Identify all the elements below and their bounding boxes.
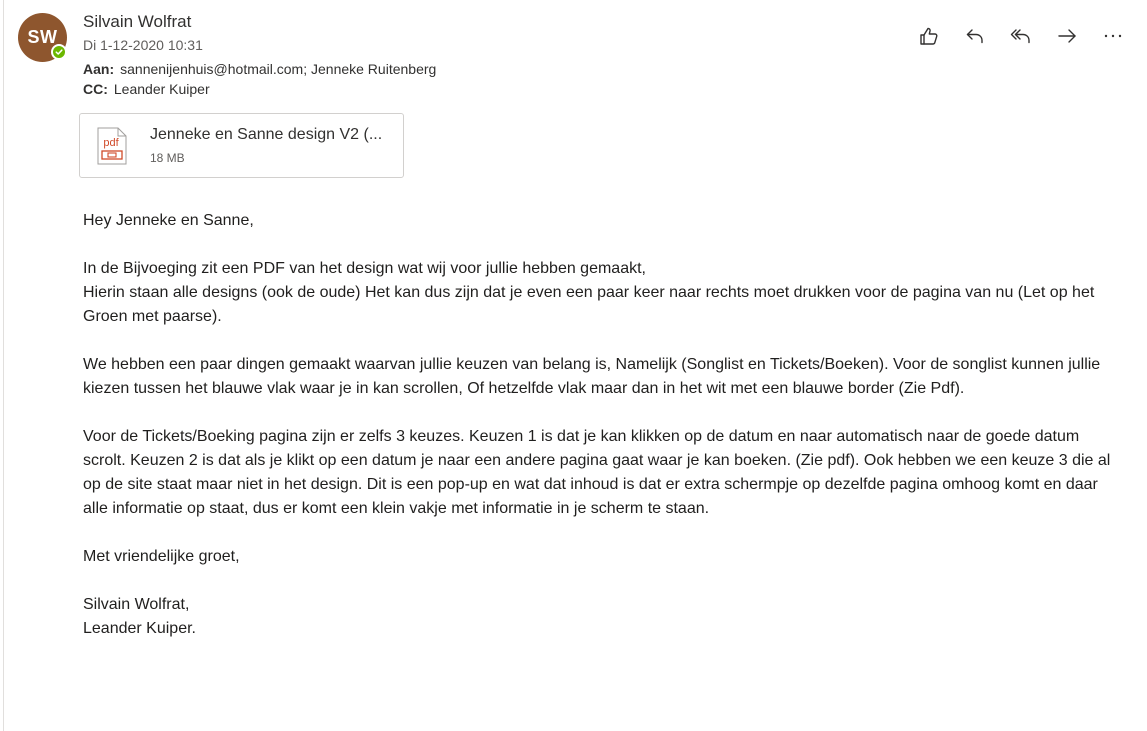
reply-button[interactable] (961, 24, 989, 48)
attachment-card[interactable]: pdf Jenneke en Sanne design V2 (... 18 M… (79, 113, 404, 178)
like-button[interactable] (915, 24, 943, 48)
sent-date: Di 1-12-2020 10:31 (83, 37, 203, 53)
reply-all-icon (1010, 29, 1030, 44)
paragraph-tickets: Voor de Tickets/Boeking pagina zijn er z… (83, 428, 1111, 517)
sender-name[interactable]: Silvain Wolfrat (83, 12, 191, 32)
forward-icon (1058, 29, 1076, 43)
pdf-icon-label: pdf (103, 137, 119, 149)
to-label: Aan: (83, 61, 115, 77)
signature-line1: Silvain Wolfrat, (83, 596, 190, 613)
cc-recipients-row: CC: Leander Kuiper (83, 81, 210, 97)
cc-recipients[interactable]: Leander Kuiper (114, 81, 210, 97)
paragraph-choices: We hebben een paar dingen gemaakt waarva… (83, 356, 1101, 397)
forward-button[interactable] (1053, 24, 1081, 48)
more-options-button[interactable] (1099, 24, 1127, 48)
more-options-icon (1104, 34, 1122, 38)
cc-label: CC: (83, 81, 108, 97)
to-recipients[interactable]: sannenijenhuis@hotmail.com; Jenneke Ruit… (120, 61, 436, 77)
paragraph-attachment-line2: Hierin staan alle designs (ook de oude) … (83, 284, 1095, 325)
thumbs-up-icon (920, 27, 938, 45)
reply-icon (966, 29, 983, 44)
presence-available-icon (51, 44, 67, 60)
reply-all-button[interactable] (1007, 24, 1035, 48)
closing: Met vriendelijke groet, (83, 548, 240, 565)
signature-line2: Leander Kuiper. (83, 620, 196, 637)
to-recipients-row: Aan: sannenijenhuis@hotmail.com; Jenneke … (83, 61, 436, 77)
greeting: Hey Jenneke en Sanne, (83, 212, 254, 229)
message-actions (915, 24, 1127, 48)
pdf-file-icon: pdf (97, 127, 127, 165)
message-body: Hey Jenneke en Sanne, In de Bijvoeging z… (83, 209, 1118, 641)
attachment-name: Jenneke en Sanne design V2 (... (150, 126, 383, 143)
attachment-size: 18 MB (150, 151, 185, 165)
paragraph-attachment-line1: In de Bijvoeging zit een PDF van het des… (83, 260, 646, 277)
left-divider (3, 0, 4, 731)
